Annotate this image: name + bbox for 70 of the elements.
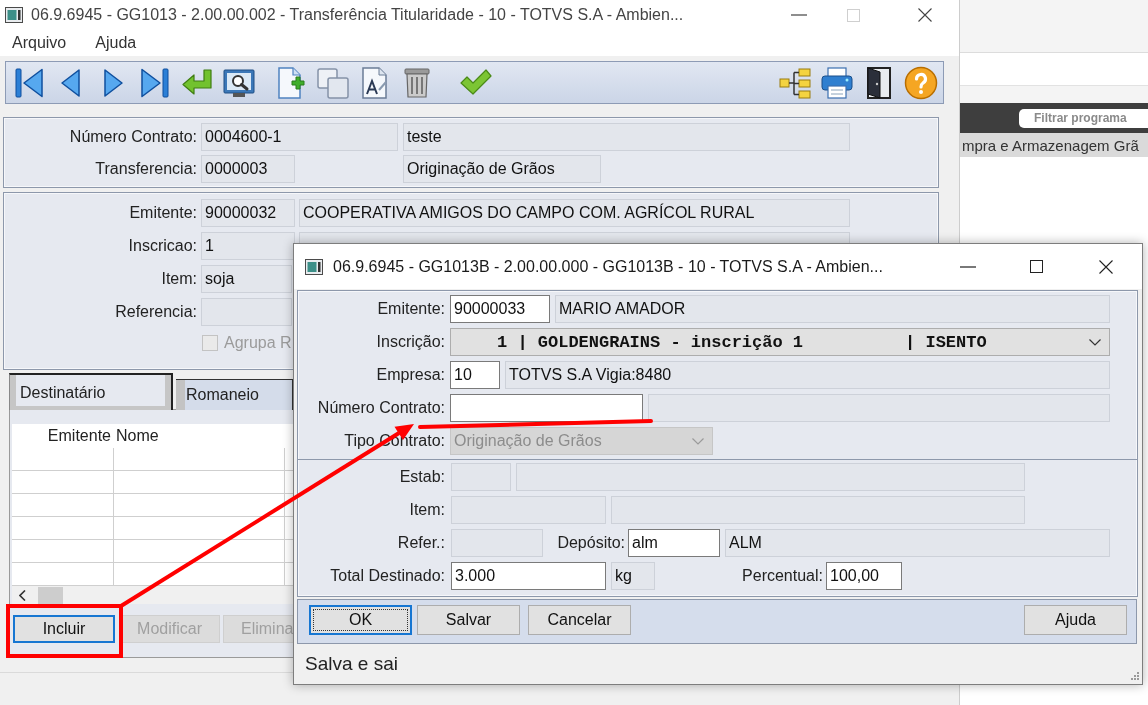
save-button[interactable]: Salvar bbox=[417, 605, 520, 635]
status-text: Salva e sai bbox=[305, 653, 398, 675]
section-heading: mpra e Armazenagem Grã bbox=[962, 136, 1139, 154]
chevron-down-icon bbox=[692, 437, 704, 445]
help-button[interactable]: Ajuda bbox=[1024, 605, 1127, 635]
checkbox-label: Agrupa R bbox=[224, 333, 292, 352]
field-label: Referencia: bbox=[114, 303, 197, 321]
readonly-field bbox=[451, 463, 511, 491]
readonly-field: teste bbox=[403, 123, 850, 151]
window-title: 06.9.6945 - GG1013 - 2.00.00.002 - Transferência Titularidade - 10 - TOTVS S.A - Ambien... bbox=[31, 6, 684, 24]
readonly-field: COOPERATIVA AMIGOS DO CAMPO COM. AGRÍCOL RURAL bbox=[299, 199, 850, 227]
printer-icon[interactable] bbox=[820, 65, 854, 100]
field-label: Depósito: bbox=[556, 534, 625, 552]
field-label: Número Contrato: bbox=[316, 399, 445, 417]
readonly-field: 0004600-1 bbox=[201, 123, 398, 151]
menu-item[interactable]: Arquivo bbox=[12, 34, 67, 52]
readonly-field: Originação de Grãos bbox=[403, 155, 601, 183]
include-button[interactable]: Incluir bbox=[13, 615, 115, 643]
field-label: Refer.: bbox=[396, 534, 445, 552]
readonly-field: 0000003 bbox=[201, 155, 295, 183]
app-icon bbox=[5, 7, 23, 23]
hierarchy-icon[interactable] bbox=[778, 65, 812, 100]
tab[interactable]: Destinatário bbox=[9, 373, 173, 410]
field-label: Percentual: bbox=[741, 567, 823, 585]
column-header: Nome bbox=[115, 427, 159, 445]
readonly-field: kg bbox=[611, 562, 655, 590]
dropdown[interactable]: 1 | GOLDENGRAINS - inscrição 1 | ISENTO bbox=[450, 328, 1110, 356]
input-field[interactable] bbox=[450, 394, 643, 422]
field-label: Emitente: bbox=[128, 204, 197, 222]
readonly-field: TOTVS S.A Vigia:8480 bbox=[505, 361, 1110, 389]
input-field[interactable]: 3.000 bbox=[451, 562, 606, 590]
ok-button[interactable]: OK bbox=[309, 605, 412, 635]
input-field[interactable]: 90000033 bbox=[450, 295, 550, 323]
field-label: Item: bbox=[160, 270, 197, 288]
input-field[interactable]: 100,00 bbox=[826, 562, 902, 590]
chevron-left-icon[interactable] bbox=[19, 589, 26, 601]
close-icon[interactable] bbox=[1099, 259, 1113, 274]
field-label: Inscricao: bbox=[127, 237, 197, 255]
close-icon[interactable] bbox=[917, 8, 932, 22]
field-label: Transferencia: bbox=[94, 160, 197, 178]
chevron-down-icon bbox=[1089, 338, 1101, 346]
readonly-field: ALM bbox=[725, 529, 1110, 557]
field-label: Emitente: bbox=[376, 300, 445, 318]
input-field[interactable]: alm bbox=[628, 529, 720, 557]
scroll-thumb[interactable] bbox=[38, 586, 63, 604]
menu-item[interactable]: Ajuda bbox=[95, 34, 137, 52]
first-arrow-icon[interactable] bbox=[12, 65, 46, 100]
field-label: Item: bbox=[408, 501, 445, 519]
tab[interactable]: Romaneio bbox=[176, 379, 293, 410]
field-label: Estab: bbox=[398, 468, 445, 486]
input-field[interactable]: 10 bbox=[450, 361, 500, 389]
field-label: Número Contrato: bbox=[68, 128, 197, 146]
minimize-icon[interactable] bbox=[960, 265, 976, 268]
resize-grip-icon[interactable] bbox=[1131, 672, 1139, 680]
help-icon[interactable] bbox=[904, 65, 938, 100]
search-field[interactable]: Filtrar programa bbox=[1019, 108, 1148, 128]
last-arrow-icon[interactable] bbox=[138, 65, 172, 100]
app-icon bbox=[305, 258, 323, 275]
column-header: Emitente bbox=[46, 427, 112, 445]
field-label: Total Destinado: bbox=[329, 567, 445, 585]
readonly-field: 90000032 bbox=[201, 199, 295, 227]
cancel-button[interactable]: Cancelar bbox=[528, 605, 631, 635]
readonly-field: MARIO AMADOR bbox=[555, 295, 1110, 323]
maximize-icon[interactable] bbox=[1029, 260, 1043, 273]
field-label: Empresa: bbox=[375, 366, 445, 384]
readonly-field: 1 bbox=[201, 232, 295, 260]
two-squares-icon[interactable] bbox=[316, 65, 350, 100]
readonly-field: soja bbox=[201, 265, 292, 293]
field-label: Inscrição: bbox=[375, 333, 445, 351]
window-title: 06.9.6945 - GG1013B - 2.00.00.000 - GG1013B - 10 - TOTVS S.A - Ambien... bbox=[333, 257, 883, 276]
